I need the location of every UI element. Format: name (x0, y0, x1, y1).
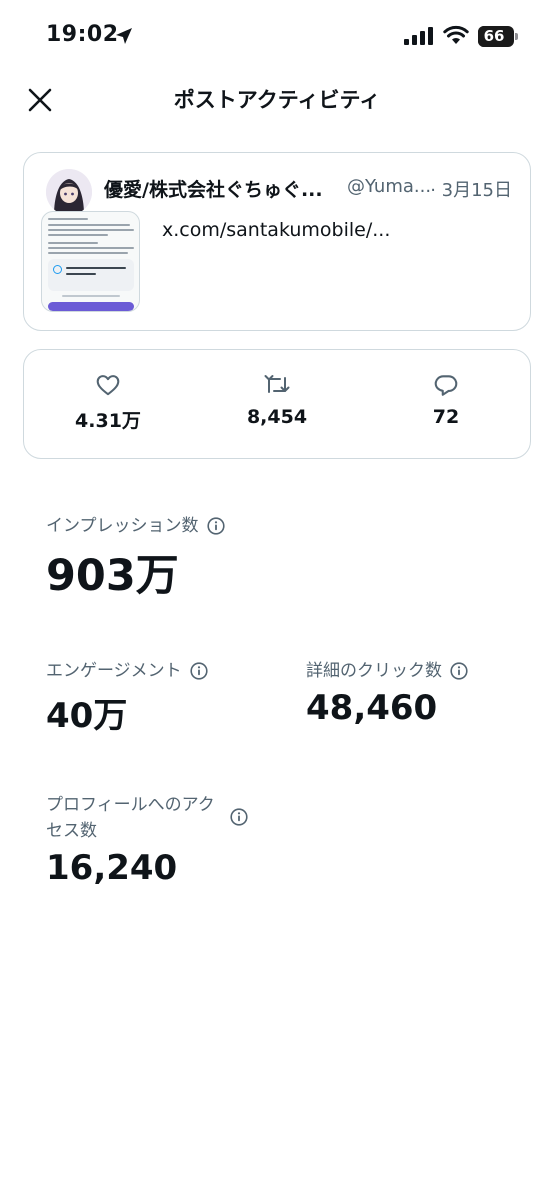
wifi-icon (443, 25, 469, 44)
post-preview-card[interactable]: 優愛/株式会社ぐちゅぐ... @Yuma... · 3月15日 x.com/sa… (23, 152, 531, 331)
thumbnail-button (48, 302, 134, 311)
info-icon[interactable] (206, 517, 225, 535)
status-bar: 19:02 66 (0, 0, 554, 74)
avatar-illustration (46, 169, 92, 215)
battery-icon: 66 (478, 26, 518, 47)
detail-clicks-label: 詳細のクリック数 (306, 661, 442, 681)
impressions-value: 903万 (46, 551, 179, 601)
profile-visits-label-line2: セス数 (46, 821, 97, 841)
info-icon[interactable] (230, 808, 248, 826)
info-icon[interactable] (450, 662, 468, 680)
link-thumbnail[interactable] (41, 211, 140, 312)
engagements-value: 40万 (46, 696, 128, 736)
detail-clicks-value: 48,460 (306, 688, 438, 728)
likes-stat[interactable]: 4.31万 (48, 372, 168, 433)
post-link[interactable]: x.com/santakumobile/... (162, 219, 390, 241)
repost-icon (264, 375, 290, 393)
profile-visits-label: プロフィールへのアク セス数 (46, 792, 226, 844)
replies-stat[interactable]: 72 (386, 372, 506, 428)
info-icon[interactable] (190, 662, 208, 680)
location-arrow-icon (116, 28, 132, 44)
engagement-summary-card: 4.31万 8,454 72 (23, 349, 531, 459)
avatar[interactable] (46, 169, 92, 215)
battery-percentage: 66 (483, 27, 505, 45)
engagements-label: エンゲージメント (46, 661, 182, 681)
impressions-label: インプレッション数 (46, 516, 199, 536)
likes-count: 4.31万 (75, 410, 141, 432)
heart-icon (96, 375, 120, 396)
cellular-signal-icon (404, 27, 433, 45)
engagements-metric: エンゲージメント 40万 (46, 658, 208, 737)
profile-visits-label-line1: プロフィールへのアク (46, 795, 215, 815)
status-time: 19:02 (46, 22, 119, 47)
author-handle[interactable]: @Yuma... (347, 176, 431, 197)
author-name[interactable]: 優愛/株式会社ぐちゅぐ... (104, 175, 323, 202)
impressions-metric: インプレッション数 903万 (46, 513, 225, 603)
header: ポストアクティビティ (0, 74, 554, 124)
profile-visits-value: 16,240 (46, 848, 178, 888)
detail-clicks-metric: 詳細のクリック数 48,460 (306, 658, 468, 728)
post-date: · 3月15日 (430, 180, 512, 201)
thumbnail-notice-box (48, 259, 134, 291)
reposts-stat[interactable]: 8,454 (217, 372, 337, 428)
author-row: 優愛/株式会社ぐちゅぐ... @Yuma... · 3月15日 (104, 175, 512, 203)
page-title: ポストアクティビティ (173, 88, 381, 112)
reply-icon (434, 375, 458, 396)
reposts-count: 8,454 (246, 406, 308, 428)
profile-visits-metric: プロフィールへのアク セス数 16,240 (46, 792, 248, 888)
replies-count: 72 (432, 406, 460, 428)
